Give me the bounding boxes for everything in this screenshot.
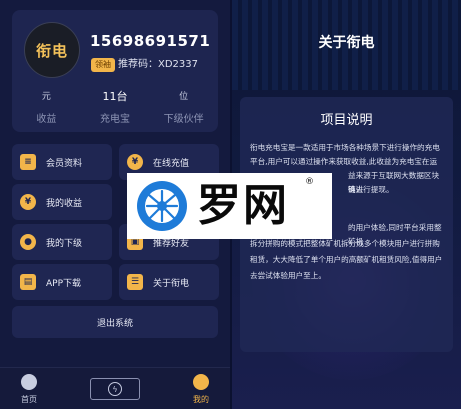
menu-item-label: 我的收益	[46, 198, 83, 209]
about-button[interactable]: ☰ 关于衔电	[119, 264, 219, 300]
spider-logo-icon	[137, 181, 187, 231]
menu-item-label: 我的下级	[46, 238, 83, 249]
stat-earnings-label: 收益	[36, 114, 57, 125]
lightning-icon	[21, 374, 37, 390]
my-subordinates-button[interactable]: ● 我的下级	[12, 224, 112, 260]
stat-partners[interactable]: 位 下级伙伴	[149, 90, 218, 125]
logout-button[interactable]: 退出系统	[12, 306, 218, 338]
menu-item-label: 关于衔电	[153, 278, 190, 289]
stats-row: 元 收益 11台 充电宝 位 下级伙伴	[12, 90, 218, 125]
phone-number: 15698691571	[90, 32, 211, 50]
stat-partners-value: 位	[179, 92, 189, 102]
member-info-button[interactable]: ≡ 会员资料	[12, 144, 112, 180]
tab-mine[interactable]: 我的	[176, 374, 226, 405]
my-earnings-button[interactable]: ¥ 我的收益	[12, 184, 112, 220]
tab-home[interactable]: 首页	[4, 374, 54, 405]
document-icon: ☰	[127, 274, 143, 290]
download-icon: ▤	[20, 274, 36, 290]
tab-mine-label: 我的	[193, 395, 209, 404]
registered-mark: ®	[305, 177, 314, 187]
paragraph-line: 拆分拼购的模式把整体矿机拆分成多个模块用户进行拼购	[250, 239, 440, 248]
stat-earnings-value: 元	[41, 92, 51, 102]
profile-card: 衔电 15698691571 领袖 推荐码：XD2337 元 收益 11台 充电…	[12, 10, 218, 132]
user-card-icon: ≡	[20, 154, 36, 170]
watermark-text: 罗网	[197, 180, 289, 231]
menu-item-label: 会员资料	[46, 158, 83, 169]
menu-item-label: 在线充值	[153, 158, 190, 169]
paragraph-line: 平台,用户可以通过操作来获取收益,此收益为充电宝在运	[250, 157, 438, 166]
bolt-circle-icon: ϟ	[108, 382, 122, 396]
paragraph-line: 租赁，大大降低了单个用户的高额矿机租赁风险,值得用户	[250, 255, 443, 264]
people-icon: ●	[20, 234, 36, 250]
app-download-button[interactable]: ▤ APP下载	[12, 264, 112, 300]
person-icon	[193, 374, 209, 390]
stat-earnings[interactable]: 元 收益	[12, 90, 81, 125]
paragraph-line: 衔电充电宝是一款适用于市场各种场景下进行操作的充电	[250, 143, 440, 152]
stat-powerbanks[interactable]: 11台 充电宝	[81, 90, 150, 125]
section-title: 项目说明	[320, 113, 373, 128]
paragraph-line: 去尝试体验用户至上。	[250, 271, 326, 280]
tab-home-label: 首页	[21, 395, 37, 404]
level-badge: 领袖	[91, 58, 115, 72]
stat-powerbanks-value: 11台	[102, 90, 128, 103]
stat-partners-label: 下级伙伴	[163, 114, 204, 125]
page-title: 关于衔电	[318, 35, 375, 51]
menu-item-label: APP下载	[46, 278, 82, 289]
charge-center-button[interactable]: ϟ	[90, 378, 140, 400]
yen-coin-icon: ¥	[127, 154, 143, 170]
avatar[interactable]: 衔电	[24, 22, 80, 78]
yen-coin-icon: ¥	[20, 194, 36, 210]
stat-powerbanks-label: 充电宝	[100, 114, 130, 125]
bottom-tabbar: 首页 ϟ 我的	[0, 367, 230, 409]
referral-code: 推荐码：XD2337	[118, 59, 198, 70]
watermark-banner: 罗网 ®	[127, 173, 332, 239]
